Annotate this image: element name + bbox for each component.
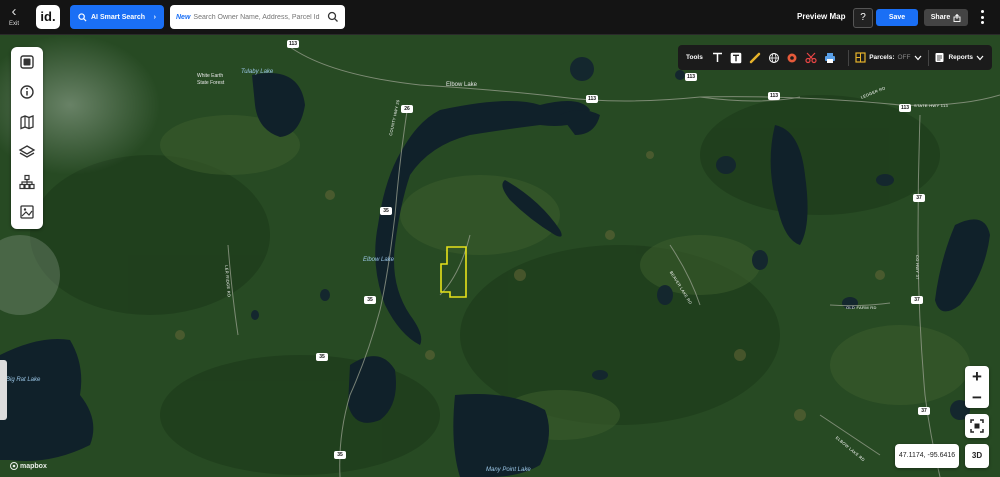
route-shield: 35 [380, 207, 392, 215]
road-label: OLD FARM RD [846, 305, 877, 310]
reports-dropdown[interactable]: Reports [934, 52, 984, 63]
parcels-toggle[interactable]: Parcels: OFF [855, 52, 921, 63]
more-menu-icon[interactable] [979, 10, 985, 24]
route-shield: 37 [911, 296, 923, 304]
shape-tool-icon[interactable] [786, 51, 799, 64]
side-drawer-handle[interactable] [0, 360, 7, 420]
preview-map-button[interactable]: Preview Map [797, 12, 845, 21]
lake-label: Tulaby Lake [241, 69, 274, 75]
zoom-out-button[interactable]: − [965, 387, 989, 408]
lake-label: Many Point Lake [486, 467, 531, 473]
parcel-grid-icon [855, 52, 866, 63]
scissors-icon[interactable] [805, 51, 818, 64]
top-bar: ‹ Exit id. AI Smart Search › New Preview… [0, 0, 1000, 35]
route-shield: 35 [316, 353, 328, 361]
chevron-down-icon [976, 55, 984, 60]
route-shield: 113 [586, 95, 598, 103]
route-shield: 113 [768, 92, 780, 100]
parcels-state: OFF [897, 54, 911, 61]
chevron-down-icon [914, 55, 921, 60]
save-button[interactable]: Save [876, 9, 918, 26]
share-icon [953, 13, 961, 22]
ai-smart-search-button[interactable]: AI Smart Search › [70, 5, 164, 29]
info-icon[interactable] [18, 83, 36, 101]
map-icon[interactable] [18, 113, 36, 131]
forest-label: White Earth [197, 73, 224, 79]
satellite-imagery [0, 35, 1000, 477]
globe-location-icon[interactable] [767, 51, 780, 64]
exit-button[interactable]: ‹ Exit [4, 3, 24, 29]
report-document-icon [935, 53, 944, 62]
3d-toggle-button[interactable]: 3D [965, 444, 989, 468]
focus-frame-icon [970, 419, 984, 433]
lake-label: Big Rat Lake [6, 377, 41, 383]
route-shield: 35 [334, 451, 346, 459]
text-tool-icon[interactable] [711, 51, 724, 64]
fit-extent-button[interactable] [965, 414, 989, 438]
lake-label: Elbow Lake [363, 257, 395, 263]
route-shield: 37 [918, 407, 930, 415]
toolbar-divider [848, 49, 850, 66]
app-logo[interactable]: id. [36, 5, 60, 29]
mapbox-attribution[interactable]: mapbox [10, 462, 47, 470]
town-label: Elbow Lake [446, 82, 478, 88]
route-shield: 113 [287, 40, 299, 48]
chevron-right-icon: › [153, 13, 156, 21]
route-shield: 113 [685, 73, 697, 81]
route-shield: 26 [401, 105, 413, 113]
satellite-map[interactable]: Tulaby Lake White Earth State Forest Elb… [0, 35, 1000, 477]
toolbar-divider [927, 49, 929, 66]
route-shield: 37 [913, 194, 925, 202]
route-shield: 113 [899, 104, 911, 112]
share-button[interactable]: Share [924, 9, 968, 26]
route-shield: 35 [364, 296, 376, 304]
zoom-control: + − [965, 366, 989, 408]
help-button[interactable]: ? [853, 8, 873, 28]
ruler-icon[interactable] [748, 51, 761, 64]
forest-label: State Forest [197, 80, 225, 86]
search-icon[interactable] [327, 11, 339, 23]
new-badge: New [176, 13, 191, 21]
hierarchy-icon[interactable] [18, 173, 36, 191]
left-tool-panel [11, 47, 43, 229]
search-icon [78, 12, 87, 22]
text-box-tool-icon[interactable] [730, 51, 743, 64]
layers-icon[interactable] [18, 143, 36, 161]
chevron-left-icon: ‹ [11, 3, 17, 20]
print-icon[interactable] [823, 51, 836, 64]
tools-label: Tools [686, 54, 703, 61]
coordinates-display: 47.1174, -95.6416 [895, 444, 959, 468]
map-toolbar: Tools Parcels: OFF Reports [678, 45, 992, 70]
road-label: CO HWY 37 [915, 255, 920, 280]
search-input[interactable] [193, 13, 324, 21]
zoom-in-button[interactable]: + [965, 366, 989, 387]
image-report-icon[interactable] [18, 203, 36, 221]
search-field[interactable]: New [170, 5, 345, 29]
road-label: STATE HWY 113 [914, 103, 949, 108]
mapbox-logo-icon [10, 462, 18, 470]
panel-toggle-icon[interactable] [18, 53, 36, 71]
